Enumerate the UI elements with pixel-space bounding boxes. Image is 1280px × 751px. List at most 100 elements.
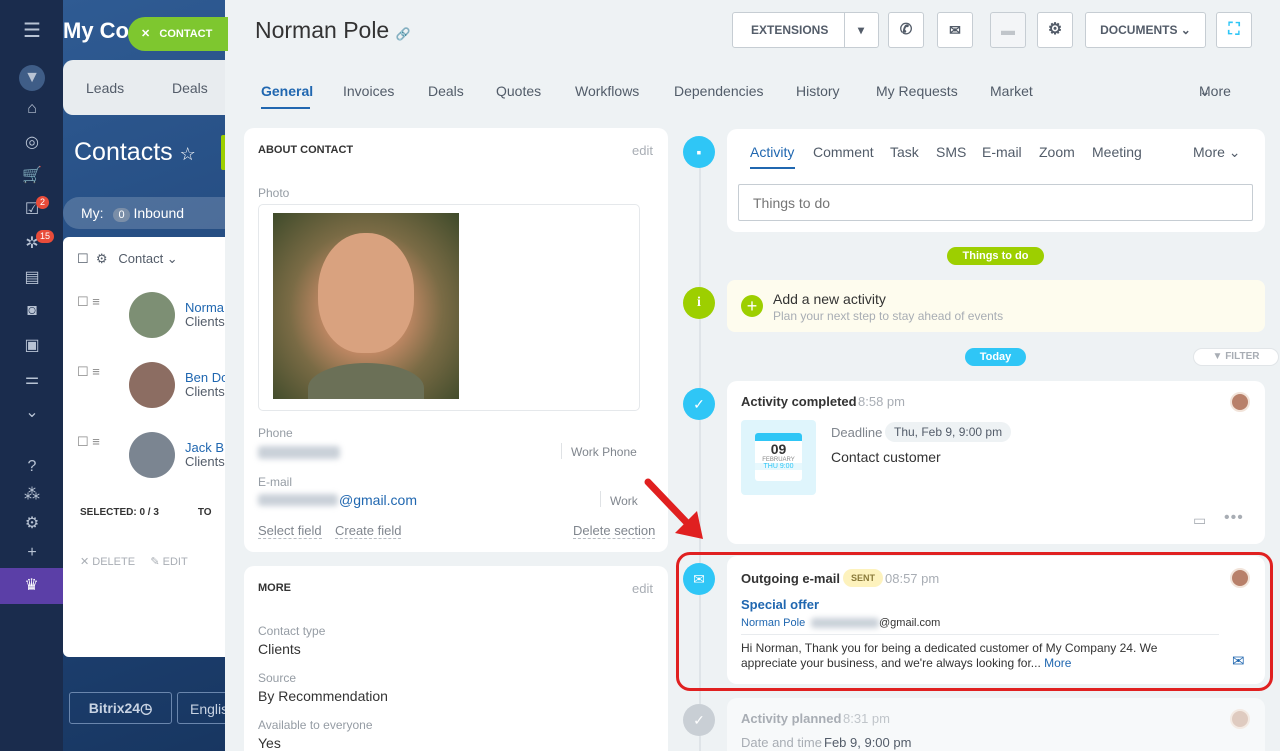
tab-leads[interactable]: Leads <box>86 80 124 96</box>
activity-completed-card: Activity completed 8:58 pm 09 FEBRUARY T… <box>727 381 1265 544</box>
contact-card-icon[interactable]: ▤ <box>21 267 43 289</box>
create-field-link[interactable]: Create field <box>335 523 402 539</box>
tab-more[interactable]: More ⌄ <box>1199 83 1231 100</box>
phone-type: Work Phone <box>571 445 637 459</box>
tab-dependencies[interactable]: Dependencies <box>674 83 764 99</box>
chat-bubble-icon: ▪ <box>683 136 715 168</box>
tab-workflows[interactable]: Workflows <box>575 83 639 99</box>
edit-link[interactable]: edit <box>632 143 653 158</box>
email-button[interactable]: ✉ <box>937 12 973 48</box>
documents-button[interactable]: DOCUMENTS ⌄ <box>1085 12 1206 48</box>
tab-meeting[interactable]: Meeting <box>1092 144 1142 160</box>
link-icon[interactable]: 🔗 <box>396 27 411 41</box>
expand-button[interactable]: ⛶ <box>1216 12 1252 48</box>
activity-editor: Activity Comment Task SMS E-mail Zoom Me… <box>727 129 1265 232</box>
grid-actions: ✕ DELETE ✎ EDIT <box>80 556 188 568</box>
settings-button[interactable]: ⚙ <box>1037 12 1073 48</box>
bitrix24-logo[interactable]: Bitrix24◷ <box>69 692 172 724</box>
email-user-redacted <box>258 494 338 506</box>
section-title: ABOUT CONTACT <box>258 144 354 156</box>
tab-task[interactable]: Task <box>890 144 919 160</box>
tab-sms[interactable]: SMS <box>936 144 966 160</box>
phone-button[interactable]: ✆ <box>888 12 924 48</box>
deadline-value[interactable]: Thu, Feb 9, 9:00 pm <box>885 422 1012 442</box>
bank-icon[interactable]: ⌂ <box>21 98 43 120</box>
photo-frame[interactable] <box>258 204 640 411</box>
more-dots-icon[interactable]: ••• <box>1224 509 1244 527</box>
star-icon[interactable]: ☆ <box>180 144 196 164</box>
available-value: Yes <box>258 735 281 751</box>
source-value: By Recommendation <box>258 688 388 704</box>
phone-label: Phone <box>258 426 293 440</box>
help-icon[interactable]: ? <box>21 456 43 478</box>
tab-more[interactable]: More ⌄ <box>1193 144 1241 161</box>
tab-deals[interactable]: Deals <box>428 83 464 99</box>
sitemap-icon[interactable]: ⁂ <box>21 484 43 506</box>
tab-market[interactable]: Market <box>990 83 1033 99</box>
sliders-icon[interactable]: ⚌ <box>21 369 43 391</box>
tab-activity[interactable]: Activity <box>750 144 794 160</box>
gear-icon: ⚙ <box>1047 21 1063 38</box>
email-domain[interactable]: @gmail.com <box>339 492 417 508</box>
red-arrow-icon <box>644 478 703 539</box>
note-icon[interactable]: ▭ <box>1193 512 1206 529</box>
about-contact-card: ABOUT CONTACT edit Photo Phone Work Phon… <box>244 128 668 552</box>
source-label: Source <box>258 671 297 685</box>
tab-my-requests[interactable]: My Requests <box>876 83 958 99</box>
target-icon[interactable]: ◎ <box>21 132 43 154</box>
tab-general[interactable]: General <box>261 83 313 99</box>
settings-icon[interactable]: ⚙ <box>21 513 43 535</box>
apps-badge: 15 <box>36 230 55 243</box>
activity-tabs: Activity Comment Task SMS E-mail Zoom Me… <box>750 144 1241 169</box>
user-avatar[interactable] <box>1230 392 1250 412</box>
checkmark-icon: ✓ <box>683 704 715 736</box>
contact-slider: Norman Pole 🔗 EXTENSIONS ▾ ✆ ✉ ▬ ⚙ DOCUM… <box>225 0 1280 751</box>
plus-circle-icon[interactable]: + <box>741 295 763 317</box>
edit-link[interactable]: edit <box>632 581 653 596</box>
contact-type-value: Clients <box>258 641 301 657</box>
tab-quotes[interactable]: Quotes <box>496 83 541 99</box>
photo-label: Photo <box>258 186 290 200</box>
tab-active-indicator <box>261 107 310 109</box>
contacts-title: Contacts ☆ <box>74 138 196 166</box>
filter-button[interactable]: ▼ FILTER <box>1193 348 1279 366</box>
planned-date-label: Date and time <box>741 735 822 750</box>
avatar <box>129 432 175 478</box>
chat-button[interactable]: ▬ <box>990 12 1026 48</box>
envelope-icon: ✉ <box>949 22 961 38</box>
checkmark-icon: ✓ <box>683 388 715 420</box>
phone-value-redacted[interactable] <box>258 446 340 459</box>
section-title: MORE <box>258 582 291 594</box>
planned-title: Activity planned <box>741 711 842 726</box>
contact-photo <box>273 213 459 399</box>
chat-icon: ▬ <box>1001 22 1015 38</box>
select-field-link[interactable]: Select field <box>258 523 322 539</box>
box-icon[interactable]: ▣ <box>21 335 43 357</box>
chevron-circle-icon[interactable]: ⌄ <box>21 402 43 424</box>
avatar <box>129 292 175 338</box>
close-slider-button[interactable]: ✕ CONTACT <box>128 17 228 51</box>
robot-icon[interactable]: ◙ <box>21 300 43 322</box>
portal-title: My Co <box>63 18 129 43</box>
things-to-do-input[interactable] <box>738 184 1253 221</box>
tab-history[interactable]: History <box>796 83 840 99</box>
cart-icon[interactable]: 🛒 <box>21 165 43 187</box>
crm-icon[interactable]: ▼ <box>19 65 45 91</box>
deadline-label: Deadline <box>831 425 883 440</box>
plus-icon[interactable]: + <box>21 542 43 564</box>
menu-icon[interactable]: ☰ <box>21 20 43 42</box>
add-activity-hint: Plan your next step to stay ahead of eve… <box>773 309 1004 323</box>
phone-icon: ✆ <box>899 21 913 38</box>
extensions-button[interactable]: EXTENSIONS ▾ <box>732 12 879 48</box>
chevron-down-icon[interactable]: ▾ <box>858 13 864 47</box>
tab-comment[interactable]: Comment <box>813 144 874 160</box>
user-avatar[interactable] <box>1230 709 1250 729</box>
add-activity-card[interactable]: + Add a new activity Plan your next step… <box>727 280 1265 332</box>
tab-email[interactable]: E-mail <box>982 144 1022 160</box>
contact-type-label: Contact type <box>258 624 326 638</box>
crown-icon[interactable]: ♛ <box>0 568 63 604</box>
tab-zoom[interactable]: Zoom <box>1039 144 1075 160</box>
tab-invoices[interactable]: Invoices <box>343 83 394 99</box>
calendar-icon: 09 FEBRUARY THU 9:00 <box>741 420 816 495</box>
tab-deals[interactable]: Deals <box>172 80 208 96</box>
